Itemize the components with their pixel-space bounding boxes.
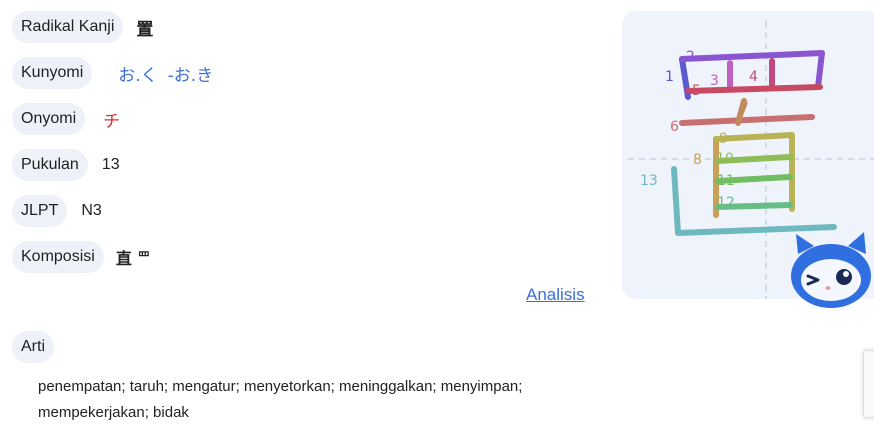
onyomi-row: Onyomi チ — [12, 103, 120, 135]
stroke-number: 7 — [740, 101, 749, 117]
stroke-number: 10 — [716, 151, 734, 167]
mascot-icon[interactable] — [788, 232, 874, 314]
kunyomi-reading[interactable]: -お.き — [168, 66, 214, 86]
radical-value: 置 — [136, 19, 154, 40]
composition-part[interactable]: 罒 — [138, 250, 150, 264]
strokes-row: Pukulan 13 — [12, 149, 120, 181]
strokes-label: Pukulan — [12, 149, 88, 181]
onyomi-value[interactable]: チ — [103, 107, 120, 132]
meaning-row: Arti — [12, 331, 54, 363]
kunyomi-reading[interactable]: お.く — [118, 66, 157, 86]
stroke-number: 13 — [640, 173, 658, 189]
radical-label: Radikal Kanji — [12, 11, 124, 43]
stroke-number: 4 — [749, 69, 758, 85]
onyomi-label: Onyomi — [12, 103, 86, 135]
jlpt-value: N3 — [81, 202, 102, 219]
composition-row: Komposisi 直罒 — [12, 241, 150, 273]
stroke-number: 2 — [686, 49, 695, 65]
jlpt-row: JLPT N3 — [12, 195, 102, 227]
kunyomi-row: Kunyomi お.く -お.き — [12, 57, 213, 89]
stroke-number: 1 — [665, 69, 674, 85]
stroke-number: 11 — [717, 173, 735, 189]
stroke-number: 9 — [719, 131, 728, 147]
jlpt-label: JLPT — [12, 195, 68, 227]
meaning-text: penempatan; taruh; mengatur; menyetorkan… — [38, 378, 523, 421]
composition-part[interactable]: 直 — [116, 249, 132, 268]
kunyomi-label: Kunyomi — [12, 57, 93, 89]
stroke-number: 5 — [692, 83, 701, 99]
strokes-value: 13 — [101, 156, 120, 173]
composition-parts: 直罒 — [116, 245, 150, 269]
radical-row: Radikal Kanji 置 — [12, 11, 153, 43]
kunyomi-values: お.く -お.き — [118, 61, 213, 86]
stroke-number-labels: 1 2 3 4 5 6 7 8 9 10 11 12 13 — [640, 49, 758, 211]
stroke-number: 8 — [693, 152, 702, 168]
meaning-label: Arti — [12, 331, 54, 363]
stroke-number: 12 — [717, 195, 735, 211]
side-widget[interactable] — [863, 350, 874, 418]
composition-label: Komposisi — [12, 241, 104, 273]
stroke-number: 6 — [670, 119, 679, 135]
analysis-link[interactable]: Analisis — [526, 285, 585, 305]
stroke-number: 3 — [710, 73, 719, 89]
